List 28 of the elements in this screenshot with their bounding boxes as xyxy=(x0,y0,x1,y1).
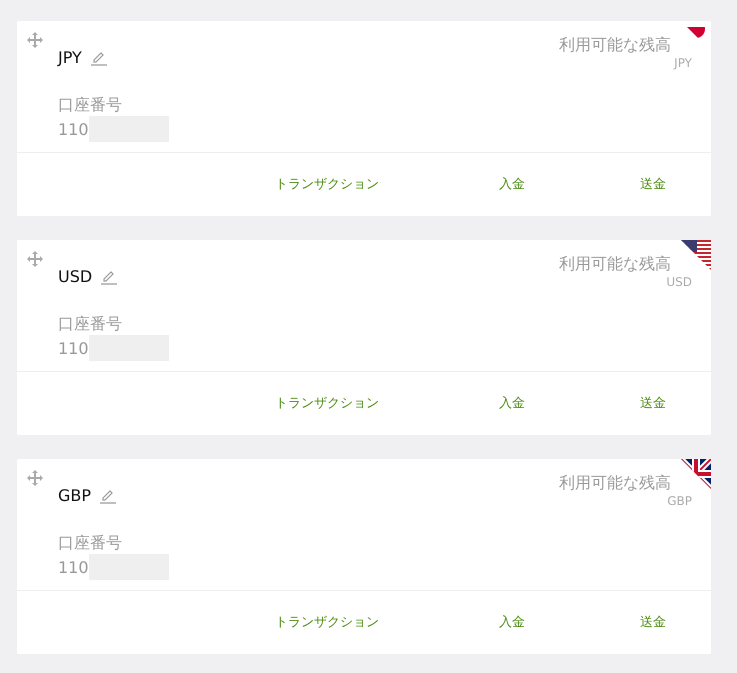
balance-currency: USD xyxy=(666,275,692,289)
action-link[interactable]: 入金 xyxy=(499,394,525,412)
currency-name: JPY xyxy=(58,48,82,67)
balance-label: 利用可能な残高 xyxy=(559,473,671,494)
move-icon[interactable] xyxy=(27,251,43,267)
action-link[interactable]: 入金 xyxy=(499,613,525,631)
move-icon[interactable] xyxy=(27,32,43,48)
balance-currency: JPY xyxy=(674,56,692,70)
action-link[interactable]: 入金 xyxy=(499,175,525,193)
account-number-label: 口座番号 xyxy=(58,533,123,554)
action-link[interactable]: 送金 xyxy=(640,394,666,412)
account-number: 110 xyxy=(58,338,89,358)
action-link[interactable]: トランザクション xyxy=(275,394,379,412)
account-number-label: 口座番号 xyxy=(58,95,123,116)
action-link[interactable]: 送金 xyxy=(640,613,666,631)
action-link[interactable]: トランザクション xyxy=(275,613,379,631)
currency-name: GBP xyxy=(58,486,92,505)
balance-currency: GBP xyxy=(667,494,692,508)
balance-label: 利用可能な残高 xyxy=(559,35,671,56)
account-number: 110 xyxy=(58,120,89,138)
balance-label: 利用可能な残高 xyxy=(559,254,671,275)
account-number-label: 口座番号 xyxy=(58,314,123,335)
account-number: 110 xyxy=(58,558,89,576)
currency-name: USD xyxy=(58,267,92,286)
move-icon[interactable] xyxy=(27,470,43,486)
action-link[interactable]: トランザクション xyxy=(275,175,379,193)
action-link[interactable]: 送金 xyxy=(640,175,666,193)
flag-icon xyxy=(681,240,711,270)
